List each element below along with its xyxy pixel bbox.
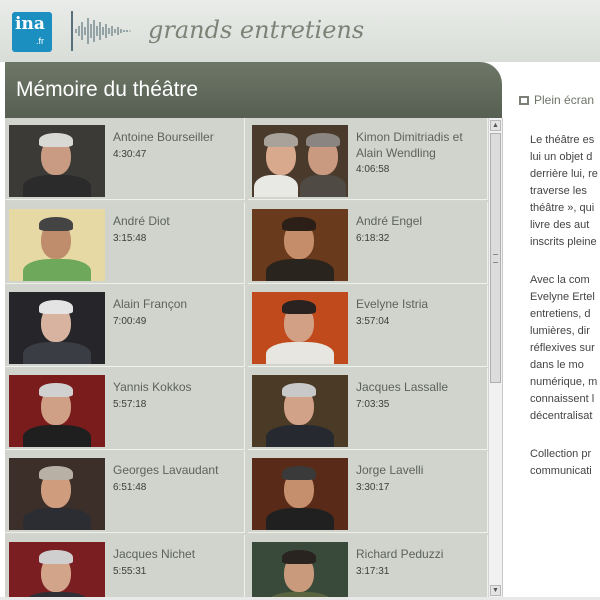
interview-thumbnail[interactable] [252, 125, 348, 197]
interview-name[interactable]: Antoine Bourseiller [113, 129, 241, 145]
interview-duration: 3:17:31 [356, 566, 390, 577]
fullscreen-label: Plein écran [534, 93, 595, 107]
interview-name[interactable]: André Engel [356, 213, 484, 229]
interview-thumbnail[interactable] [252, 292, 348, 364]
logo-sub-text: .fr [36, 36, 44, 46]
interview-name[interactable]: Jacques Lassalle [356, 379, 484, 395]
ina-logo[interactable]: ina .fr [12, 12, 52, 52]
interview-item[interactable]: Richard Peduzzi 3:17:31 [248, 535, 488, 598]
interview-item[interactable]: Kimon Dimitriadis et Alain Wendling 4:06… [248, 118, 488, 200]
interview-name[interactable]: André Diot [113, 213, 241, 229]
interview-name[interactable]: Evelyne Istria [356, 296, 484, 312]
interview-item[interactable]: Jacques Lassalle 7:03:35 [248, 368, 488, 450]
interview-duration: 3:30:17 [356, 482, 390, 493]
interview-item[interactable]: Yannis Kokkos 5:57:18 [5, 368, 245, 450]
interview-item[interactable]: Evelyne Istria 3:57:04 [248, 285, 488, 367]
interview-item[interactable]: Georges Lavaudant 6:51:48 [5, 451, 245, 533]
interview-thumbnail[interactable] [252, 209, 348, 281]
interview-duration: 6:51:48 [113, 482, 147, 493]
interview-duration: 7:03:35 [356, 399, 390, 410]
interview-name[interactable]: Alain Françon [113, 296, 241, 312]
interview-thumbnail[interactable] [9, 292, 105, 364]
interview-duration: 3:15:48 [113, 233, 147, 244]
fullscreen-button[interactable]: Plein écran [519, 93, 594, 107]
interview-duration: 6:18:32 [356, 233, 390, 244]
description-panel: Le théâtre es lui un objet d derrière lu… [502, 118, 600, 598]
interview-name[interactable]: Kimon Dimitriadis et Alain Wendling [356, 129, 484, 161]
sound-wave-icon [71, 11, 131, 51]
interview-thumbnail[interactable] [9, 458, 105, 530]
interview-thumbnail[interactable] [252, 458, 348, 530]
description-paragraph-1: Le théâtre es lui un objet d derrière lu… [530, 134, 598, 248]
interview-item[interactable]: André Engel 6:18:32 [248, 202, 488, 284]
interview-duration: 5:57:18 [113, 399, 147, 410]
interview-thumbnail[interactable] [9, 125, 105, 197]
scroll-down-arrow-icon[interactable]: ▼ [490, 585, 501, 596]
grip-icon [493, 254, 498, 263]
collection-title-bar: Mémoire du théâtre [5, 62, 502, 118]
interview-thumbnail[interactable] [9, 375, 105, 447]
interview-duration: 7:00:49 [113, 316, 147, 327]
scrollbar-thumb[interactable] [490, 133, 501, 383]
interview-item[interactable]: Jorge Lavelli 3:30:17 [248, 451, 488, 533]
interview-name[interactable]: Georges Lavaudant [113, 462, 241, 478]
interview-thumbnail[interactable] [9, 542, 105, 598]
interview-item[interactable]: Jacques Nichet 5:55:31 [5, 535, 245, 598]
interview-thumbnail[interactable] [252, 542, 348, 598]
interview-name[interactable]: Yannis Kokkos [113, 379, 241, 395]
grid-scrollbar[interactable]: ▲ ▼ [488, 118, 502, 598]
site-title: grands entretiens [148, 16, 365, 44]
interview-item[interactable]: Alain Françon 7:00:49 [5, 285, 245, 367]
interview-thumbnail[interactable] [252, 375, 348, 447]
scroll-up-arrow-icon[interactable]: ▲ [490, 120, 501, 131]
interview-item[interactable]: André Diot 3:15:48 [5, 202, 245, 284]
description-paragraph-3: Collection pr communicati [530, 448, 592, 477]
interview-item[interactable]: Antoine Bourseiller 4:30:47 [5, 118, 245, 200]
interview-name[interactable]: Jacques Nichet [113, 546, 241, 562]
site-header: ina .fr grands entretiens [0, 0, 600, 62]
interview-grid: Antoine Bourseiller 4:30:47 Kimon Dimitr… [5, 118, 488, 598]
fullscreen-icon [519, 96, 529, 105]
interview-duration: 5:55:31 [113, 566, 147, 577]
interview-thumbnail[interactable] [9, 209, 105, 281]
interview-name[interactable]: Richard Peduzzi [356, 546, 484, 562]
interview-duration: 3:57:04 [356, 316, 390, 327]
interview-duration: 4:06:58 [356, 164, 390, 175]
logo-main-text: ina [15, 14, 45, 34]
description-paragraph-2: Avec la com Evelyne Ertel entretiens, d … [530, 274, 598, 422]
interview-duration: 4:30:47 [113, 149, 147, 160]
page-title: Mémoire du théâtre [16, 78, 199, 101]
interview-name[interactable]: Jorge Lavelli [356, 462, 484, 478]
